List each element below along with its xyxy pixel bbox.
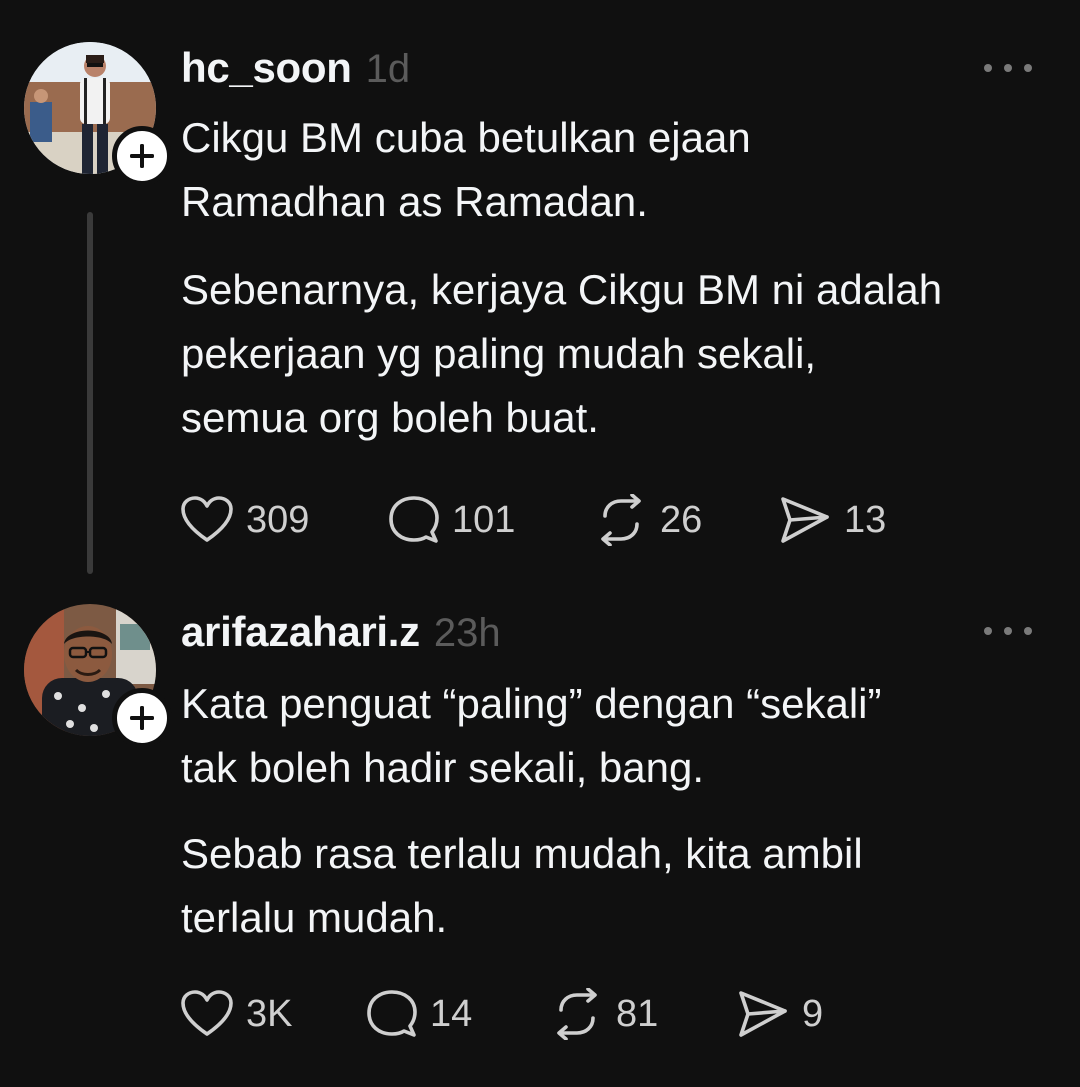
- heart-icon: [181, 990, 233, 1036]
- reply-count: 14: [430, 992, 473, 1035]
- text-line: Cikgu BM cuba betulkan ejaan: [181, 114, 751, 161]
- follow-button[interactable]: [112, 688, 172, 748]
- post-1: hc_soon 1d Cikgu BM cuba betulkan ejaan …: [0, 0, 1080, 590]
- post-header: hc_soon 1d: [181, 44, 410, 92]
- post-header: arifazahari.z 23h: [181, 608, 501, 656]
- text-line: Ramadhan as Ramadan.: [181, 178, 648, 225]
- more-dot: [1004, 627, 1012, 635]
- timestamp: 23h: [433, 611, 501, 655]
- share-count: 9: [802, 992, 824, 1035]
- plus-icon: [130, 144, 154, 168]
- more-options-button[interactable]: [984, 56, 1032, 80]
- more-dot: [1024, 627, 1032, 635]
- heart-icon: [181, 496, 233, 542]
- post-text-paragraph: Sebab rasa terlalu mudah, kita ambil ter…: [181, 822, 1051, 950]
- comment-icon: [367, 990, 417, 1037]
- post-2-avatar-wrap: [24, 604, 172, 748]
- repost-count: 26: [660, 498, 703, 541]
- share-button[interactable]: 13: [778, 492, 886, 548]
- more-dots-icon: [984, 627, 992, 635]
- thread-line: [87, 212, 93, 574]
- more-dot: [1024, 64, 1032, 72]
- like-count: 3K: [246, 992, 293, 1035]
- comment-icon: [389, 496, 439, 543]
- reply-button[interactable]: 14: [366, 986, 472, 1042]
- send-icon: [781, 497, 829, 543]
- username[interactable]: arifazahari.z: [181, 608, 420, 656]
- repost-count: 81: [616, 992, 659, 1035]
- repost-icon: [601, 494, 641, 546]
- text-line: Kata penguat “paling” dengan “sekali”: [181, 680, 882, 727]
- text-line: Sebenarnya, kerjaya Cikgu BM ni adalah: [181, 266, 943, 313]
- post-text-paragraph: Cikgu BM cuba betulkan ejaan Ramadhan as…: [181, 106, 1051, 234]
- post-text-paragraph: Kata penguat “paling” dengan “sekali” ta…: [181, 672, 1051, 800]
- repost-button[interactable]: 81: [550, 986, 658, 1042]
- action-bar: 309 101 26 13: [180, 492, 940, 548]
- post-2: arifazahari.z 23h Kata penguat “paling” …: [0, 590, 1080, 1087]
- post-1-avatar-wrap: [24, 42, 172, 186]
- text-line: pekerjaan yg paling mudah sekali,: [181, 330, 817, 377]
- reply-button[interactable]: 101: [388, 492, 515, 548]
- more-dot: [1004, 64, 1012, 72]
- like-button[interactable]: 309: [180, 492, 309, 548]
- reply-count: 101: [452, 498, 516, 541]
- text-line: tak boleh hadir sekali, bang.: [181, 744, 705, 791]
- like-button[interactable]: 3K: [180, 986, 292, 1042]
- share-count: 13: [844, 498, 887, 541]
- text-line: terlalu mudah.: [181, 894, 448, 941]
- follow-button[interactable]: [112, 126, 172, 186]
- share-button[interactable]: 9: [736, 986, 823, 1042]
- repost-button[interactable]: 26: [594, 492, 702, 548]
- text-line: Sebab rasa terlalu mudah, kita ambil: [181, 830, 863, 877]
- post-text-paragraph: Sebenarnya, kerjaya Cikgu BM ni adalah p…: [181, 258, 1051, 450]
- repost-icon: [557, 988, 597, 1040]
- action-bar: 3K 14 81 9: [180, 986, 880, 1042]
- text-line: semua org boleh buat.: [181, 394, 599, 441]
- timestamp: 1d: [365, 47, 411, 91]
- like-count: 309: [246, 498, 310, 541]
- plus-icon: [130, 706, 154, 730]
- send-icon: [739, 991, 787, 1037]
- username[interactable]: hc_soon: [181, 44, 352, 92]
- more-options-button[interactable]: [984, 619, 1032, 643]
- more-dots-icon: [984, 64, 992, 72]
